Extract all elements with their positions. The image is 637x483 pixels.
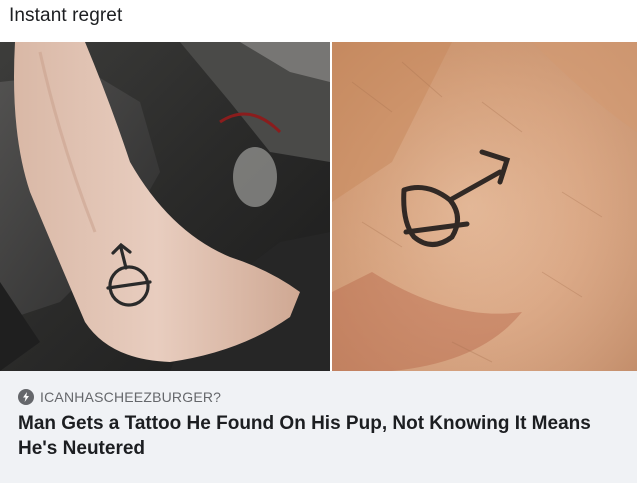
- link-preview-card[interactable]: ICANHASCHEEZBURGER? Man Gets a Tattoo He…: [0, 371, 637, 483]
- arm-tattoo-image: [0, 42, 330, 371]
- feed-post: Instant regret ICANHASCHEEZBURGER? Man G…: [0, 0, 637, 483]
- link-headline[interactable]: Man Gets a Tattoo He Found On His Pup, N…: [18, 411, 618, 461]
- dog-tattoo-photo[interactable]: [332, 42, 637, 371]
- bolt-icon: [18, 389, 34, 405]
- post-photos[interactable]: [0, 42, 637, 371]
- dog-tattoo-image: [332, 42, 637, 371]
- post-text: Instant regret: [9, 5, 123, 26]
- arm-tattoo-photo[interactable]: [0, 42, 330, 371]
- link-source-name: ICANHASCHEEZBURGER?: [40, 389, 222, 405]
- link-source-row: ICANHASCHEEZBURGER?: [18, 389, 221, 405]
